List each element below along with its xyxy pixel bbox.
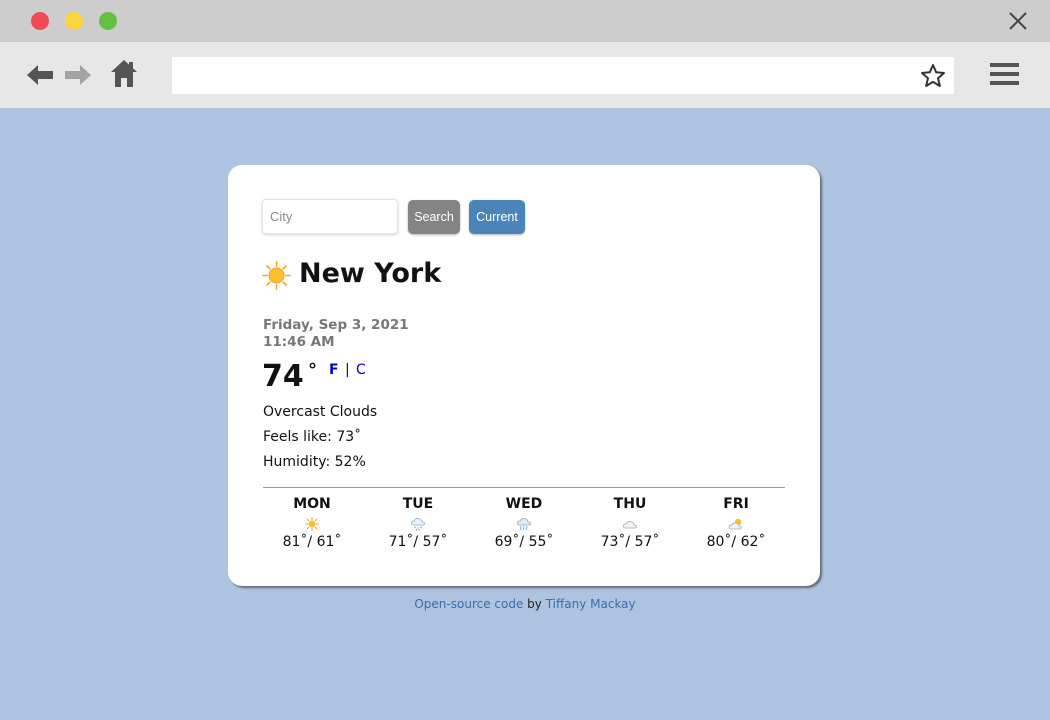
sun-icon (305, 517, 319, 531)
forecast-row: MON 81˚/ 61˚ TUE 71˚/ 57˚ WED 69˚/ 55˚ T… (263, 495, 785, 555)
minimize-window-button[interactable] (65, 12, 83, 30)
cloud-icon (623, 521, 637, 529)
forecast-temps: 69˚/ 55˚ (494, 534, 554, 550)
forecast-day: TUE 71˚/ 57˚ (366, 495, 470, 550)
current-date: Friday, Sep 3, 2021 (263, 317, 409, 333)
humidity: Humidity: 52% (263, 454, 366, 470)
browser-toolbar (0, 42, 1050, 108)
close-icon[interactable] (1008, 11, 1028, 31)
fahrenheit-toggle[interactable]: F (329, 362, 339, 378)
window-titlebar (0, 0, 1050, 42)
source-code-link[interactable]: Open-source code (414, 597, 523, 611)
footer: Open-source code by Tiffany Mackay (0, 597, 1050, 611)
partly-cloudy-icon (728, 518, 742, 530)
forecast-divider (263, 487, 785, 488)
forecast-day-name: WED (505, 496, 543, 512)
forecast-day-name: THU (613, 496, 647, 512)
bookmark-star-icon[interactable] (920, 63, 946, 89)
forecast-temps: 80˚/ 62˚ (706, 534, 766, 550)
current-time: 11:46 AM (263, 334, 335, 350)
city-search-input[interactable] (262, 199, 398, 234)
forecast-day: WED 69˚/ 55˚ (472, 495, 576, 550)
city-name: New York (299, 258, 442, 289)
forecast-temps: 81˚/ 61˚ (282, 534, 342, 550)
forecast-day-name: TUE (402, 496, 434, 512)
unit-separator: | (345, 362, 350, 378)
hamburger-menu-icon[interactable] (990, 63, 1019, 87)
feels-like: Feels like: 73˚ (263, 429, 362, 445)
snow-cloud-icon (411, 518, 425, 531)
forward-arrow-icon[interactable] (63, 59, 93, 91)
forecast-day: FRI 80˚/ 62˚ (684, 495, 788, 550)
close-window-button[interactable] (31, 12, 49, 30)
degree-symbol: ° (308, 360, 317, 381)
search-button[interactable]: Search (408, 200, 460, 234)
author-link[interactable]: Tiffany Mackay (546, 597, 636, 611)
weather-card: Search Current New York Friday, Sep 3, 2… (228, 165, 820, 586)
forecast-temps: 71˚/ 57˚ (388, 534, 448, 550)
maximize-window-button[interactable] (99, 12, 117, 30)
sun-icon (262, 261, 291, 290)
current-temperature: 74 (262, 359, 304, 394)
forecast-day: MON 81˚/ 61˚ (260, 495, 364, 550)
forecast-day-name: FRI (723, 496, 749, 512)
forecast-day: THU 73˚/ 57˚ (578, 495, 682, 550)
footer-by-text: by (523, 597, 546, 611)
rain-cloud-icon (517, 518, 531, 530)
weather-description: Overcast Clouds (263, 404, 378, 420)
forecast-temps: 73˚/ 57˚ (600, 534, 660, 550)
address-bar[interactable] (172, 57, 954, 94)
current-location-button[interactable]: Current (469, 200, 525, 234)
forecast-day-name: MON (293, 496, 331, 512)
home-icon[interactable] (109, 56, 139, 90)
back-arrow-icon[interactable] (25, 59, 55, 91)
celsius-toggle[interactable]: C (356, 362, 366, 378)
